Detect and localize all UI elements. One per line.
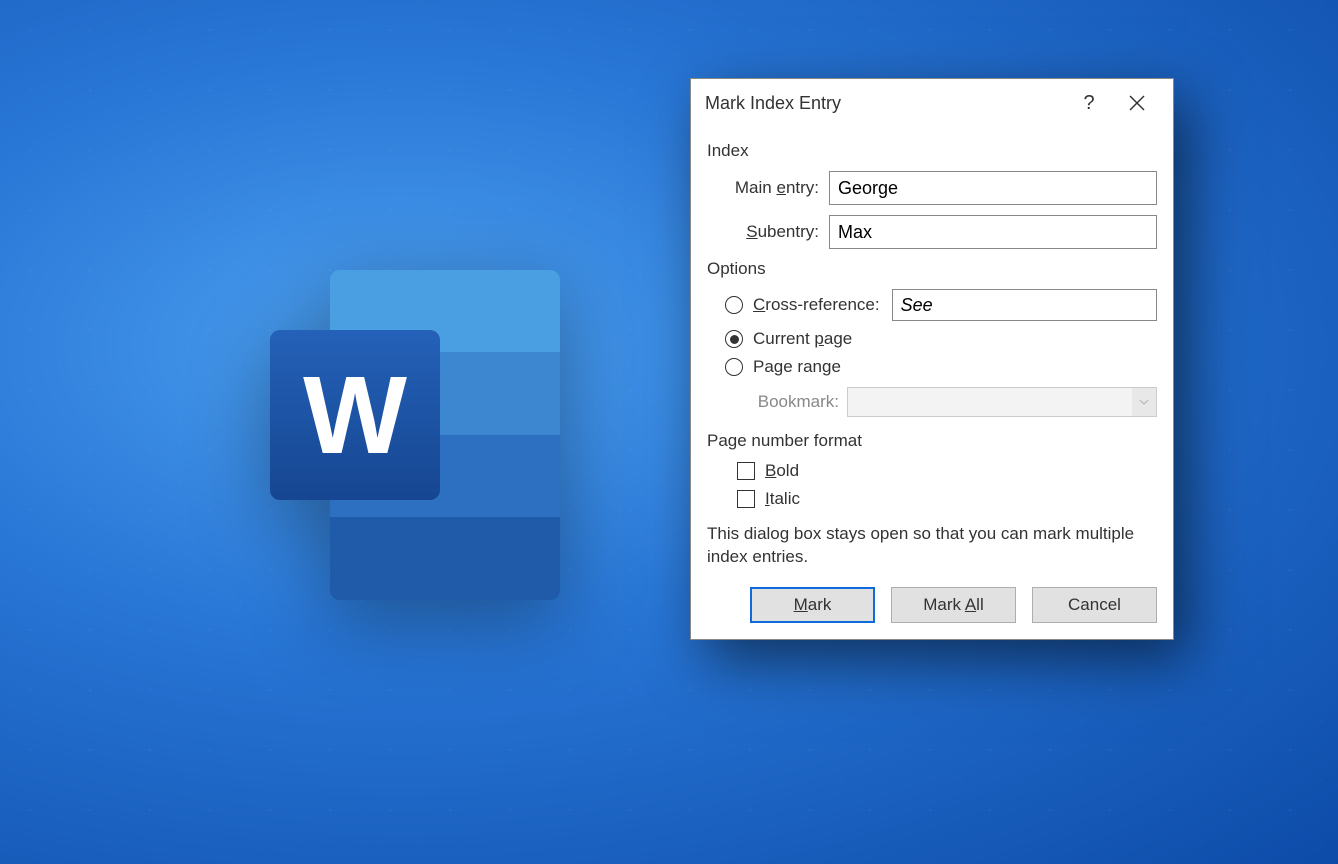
bookmark-combo: [847, 387, 1157, 417]
page-range-label: Page range: [753, 357, 841, 377]
cancel-button[interactable]: Cancel: [1032, 587, 1157, 623]
current-page-radio[interactable]: [725, 330, 743, 348]
word-app-icon: W: [215, 270, 545, 600]
subentry-label: Subentry:: [707, 222, 829, 242]
italic-checkbox[interactable]: [737, 490, 755, 508]
mark-all-button[interactable]: Mark All: [891, 587, 1016, 623]
close-button[interactable]: [1113, 79, 1161, 127]
cross-reference-label: Cross-reference:: [753, 295, 880, 315]
mark-button[interactable]: Mark: [750, 587, 875, 623]
italic-row: Italic: [707, 489, 1157, 509]
index-section-label: Index: [707, 141, 1157, 161]
current-page-label: Current page: [753, 329, 852, 349]
main-entry-label: Main entry:: [707, 178, 829, 198]
main-entry-input[interactable]: [829, 171, 1157, 205]
bold-label: Bold: [765, 461, 799, 481]
page-format-section-label: Page number format: [707, 431, 1157, 451]
subentry-row: Subentry:: [707, 215, 1157, 249]
dialog-title: Mark Index Entry: [705, 93, 1065, 114]
bookmark-row: Bookmark:: [707, 387, 1157, 417]
bookmark-label: Bookmark:: [747, 392, 847, 412]
word-badge: W: [270, 330, 440, 500]
mark-index-entry-dialog: Mark Index Entry ? Index Main entry: Sub…: [690, 78, 1174, 640]
bold-checkbox[interactable]: [737, 462, 755, 480]
cross-reference-row: Cross-reference:: [707, 289, 1157, 321]
cross-reference-input[interactable]: [892, 289, 1157, 321]
button-row: Mark Mark All Cancel: [707, 587, 1157, 623]
subentry-input[interactable]: [829, 215, 1157, 249]
options-section-label: Options: [707, 259, 1157, 279]
page-range-radio[interactable]: [725, 358, 743, 376]
current-page-row: Current page: [707, 329, 1157, 349]
page-range-row: Page range: [707, 357, 1157, 377]
dialog-note: This dialog box stays open so that you c…: [707, 523, 1157, 569]
chevron-down-icon: [1132, 388, 1156, 416]
dialog-titlebar[interactable]: Mark Index Entry ?: [691, 79, 1173, 127]
italic-label: Italic: [765, 489, 800, 509]
main-entry-row: Main entry:: [707, 171, 1157, 205]
help-button[interactable]: ?: [1065, 79, 1113, 127]
bold-row: Bold: [707, 461, 1157, 481]
cross-reference-radio[interactable]: [725, 296, 743, 314]
close-icon: [1129, 95, 1145, 111]
